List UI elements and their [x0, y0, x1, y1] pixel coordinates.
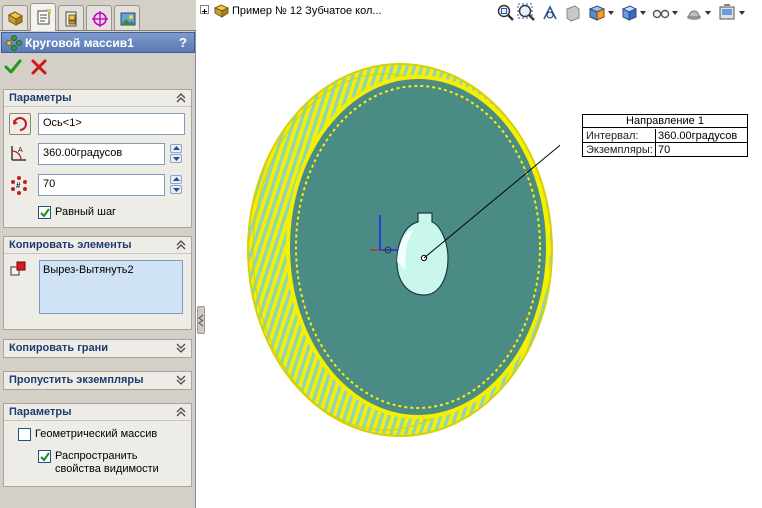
feature-tree-icon	[7, 11, 24, 26]
options-group-title: Параметры	[9, 406, 72, 418]
spin-up-icon	[173, 146, 180, 150]
svg-text:A: A	[18, 147, 23, 154]
cancel-x-icon[interactable]	[30, 58, 48, 76]
collapse-panel-handle[interactable]	[197, 306, 205, 334]
zoom-area-icon[interactable]	[517, 3, 537, 23]
propagate-visual-label-line1: Распространить	[55, 450, 138, 462]
copy-faces-group-title: Копировать грани	[9, 342, 109, 354]
reverse-direction-button[interactable]	[9, 113, 31, 135]
configuration-icon	[65, 11, 77, 27]
checkmark-icon	[40, 452, 50, 462]
features-to-pattern-icon	[10, 261, 26, 276]
crosshair-icon	[92, 11, 108, 27]
part-icon	[213, 4, 230, 18]
angle-spin-up[interactable]	[170, 144, 182, 153]
chevron-down-icon[interactable]	[705, 11, 711, 15]
propagate-visual-label-line2: свойства видимости	[55, 463, 159, 475]
svg-text:#: #	[16, 181, 21, 190]
skip-instances-group[interactable]: Пропустить экземпляры	[3, 371, 192, 390]
angle-field[interactable]: 360.00градусов	[38, 143, 165, 165]
geometric-pattern-checkbox[interactable]	[18, 428, 31, 441]
features-list[interactable]: Вырез-Вытянуть2	[39, 260, 183, 314]
property-manager: Круговой массив1 ? Параметры Ось<1> A 36…	[0, 0, 196, 508]
view-orientation-icon[interactable]	[587, 3, 607, 23]
chevron-down-icon[interactable]	[739, 11, 745, 15]
spin-down-icon	[173, 188, 180, 192]
instances-spin-down[interactable]	[170, 185, 182, 194]
copy-faces-group[interactable]: Копировать грани	[3, 339, 192, 358]
zoom-to-fit-icon[interactable]	[496, 3, 516, 23]
parameters-group-header[interactable]: Параметры	[4, 90, 191, 107]
copy-features-group-title: Копировать элементы	[9, 239, 132, 251]
instances-field[interactable]: 70	[38, 174, 165, 196]
chevron-left-icon	[198, 314, 204, 327]
previous-view-icon[interactable]	[540, 3, 560, 23]
instances-value[interactable]: 70	[655, 143, 747, 157]
spin-down-icon	[173, 157, 180, 161]
property-manager-tab[interactable]	[30, 3, 56, 31]
angle-icon: A	[11, 146, 26, 161]
spin-up-icon	[173, 177, 180, 181]
gear-model[interactable]	[240, 55, 560, 445]
ok-checkmark-icon[interactable]	[4, 58, 22, 76]
chevron-down-icon[interactable]	[175, 342, 187, 354]
angle-spin-down[interactable]	[170, 154, 182, 163]
list-item[interactable]: Вырез-Вытянуть2	[43, 264, 179, 276]
instances-spin-up[interactable]	[170, 175, 182, 184]
skip-instances-group-header[interactable]: Пропустить экземпляры	[4, 372, 191, 389]
parameters-group: Параметры Ось<1> A 360.00градусов # 70 Р…	[3, 89, 192, 228]
feature-title: Круговой массив1	[25, 36, 134, 50]
geometric-pattern-label: Геометрический массив	[35, 428, 158, 440]
instances-icon-box: #	[8, 174, 30, 196]
chevron-down-icon[interactable]	[175, 374, 187, 386]
section-view-icon[interactable]	[563, 3, 583, 23]
expand-tree-button[interactable]	[200, 5, 209, 14]
axis-field[interactable]: Ось<1>	[38, 113, 185, 135]
angle-icon-box: A	[8, 142, 30, 164]
part-name[interactable]: Пример № 12 Зубчатое кол...	[232, 5, 382, 17]
spacing-label: Интервал:	[586, 130, 639, 142]
instances-label: Экземпляры:	[586, 144, 653, 156]
display-style-icon[interactable]	[619, 3, 639, 23]
instances-count-icon: #	[11, 176, 27, 195]
copy-features-group-header[interactable]: Копировать элементы	[4, 237, 191, 254]
checkmark-icon	[40, 208, 50, 218]
display-manager-tab[interactable]	[114, 5, 140, 30]
equal-spacing-checkbox[interactable]	[38, 206, 51, 219]
skip-instances-group-title: Пропустить экземпляры	[9, 374, 144, 386]
help-button[interactable]: ?	[179, 35, 187, 50]
panel-splitter[interactable]	[196, 0, 205, 508]
options-group-header[interactable]: Параметры	[4, 404, 191, 421]
callout-title: Направление 1	[583, 115, 747, 128]
parameters-group-title: Параметры	[9, 92, 72, 104]
chevron-up-icon[interactable]	[175, 239, 187, 251]
spacing-value[interactable]: 360.00градусов	[655, 129, 747, 143]
property-manager-icon	[37, 9, 51, 25]
copy-features-group: Копировать элементы Вырез-Вытянуть2	[3, 236, 192, 330]
chevron-up-icon[interactable]	[175, 406, 187, 418]
chevron-down-icon[interactable]	[640, 11, 646, 15]
chevron-down-icon[interactable]	[672, 11, 678, 15]
display-manager-icon	[120, 12, 136, 26]
feature-manager-tab[interactable]	[2, 5, 28, 30]
chevron-up-icon[interactable]	[175, 92, 187, 104]
hide-show-items-icon[interactable]	[651, 3, 671, 23]
direction-callout: Направление 1 Интервал: 360.00градусов Э…	[582, 114, 748, 157]
copy-faces-group-header[interactable]: Копировать грани	[4, 340, 191, 357]
edit-appearance-icon[interactable]	[684, 3, 704, 23]
plus-icon	[202, 9, 207, 14]
equal-spacing-label: Равный шаг	[55, 206, 117, 218]
options-group: Параметры Геометрический массив Распрост…	[3, 403, 192, 487]
apply-scene-icon[interactable]	[718, 3, 738, 23]
feature-title-bar: Круговой массив1 ?	[1, 32, 195, 53]
configuration-manager-tab[interactable]	[58, 5, 84, 30]
callout-row-instances: Экземпляры: 70	[583, 143, 747, 157]
propagate-visual-checkbox[interactable]	[38, 450, 51, 463]
manager-tabs	[0, 0, 196, 31]
dimxpert-tab[interactable]	[86, 5, 112, 30]
callout-row-spacing: Интервал: 360.00градусов	[583, 129, 747, 143]
chevron-down-icon[interactable]	[608, 11, 614, 15]
circular-pattern-icon	[6, 35, 22, 51]
reverse-direction-icon	[13, 117, 27, 131]
